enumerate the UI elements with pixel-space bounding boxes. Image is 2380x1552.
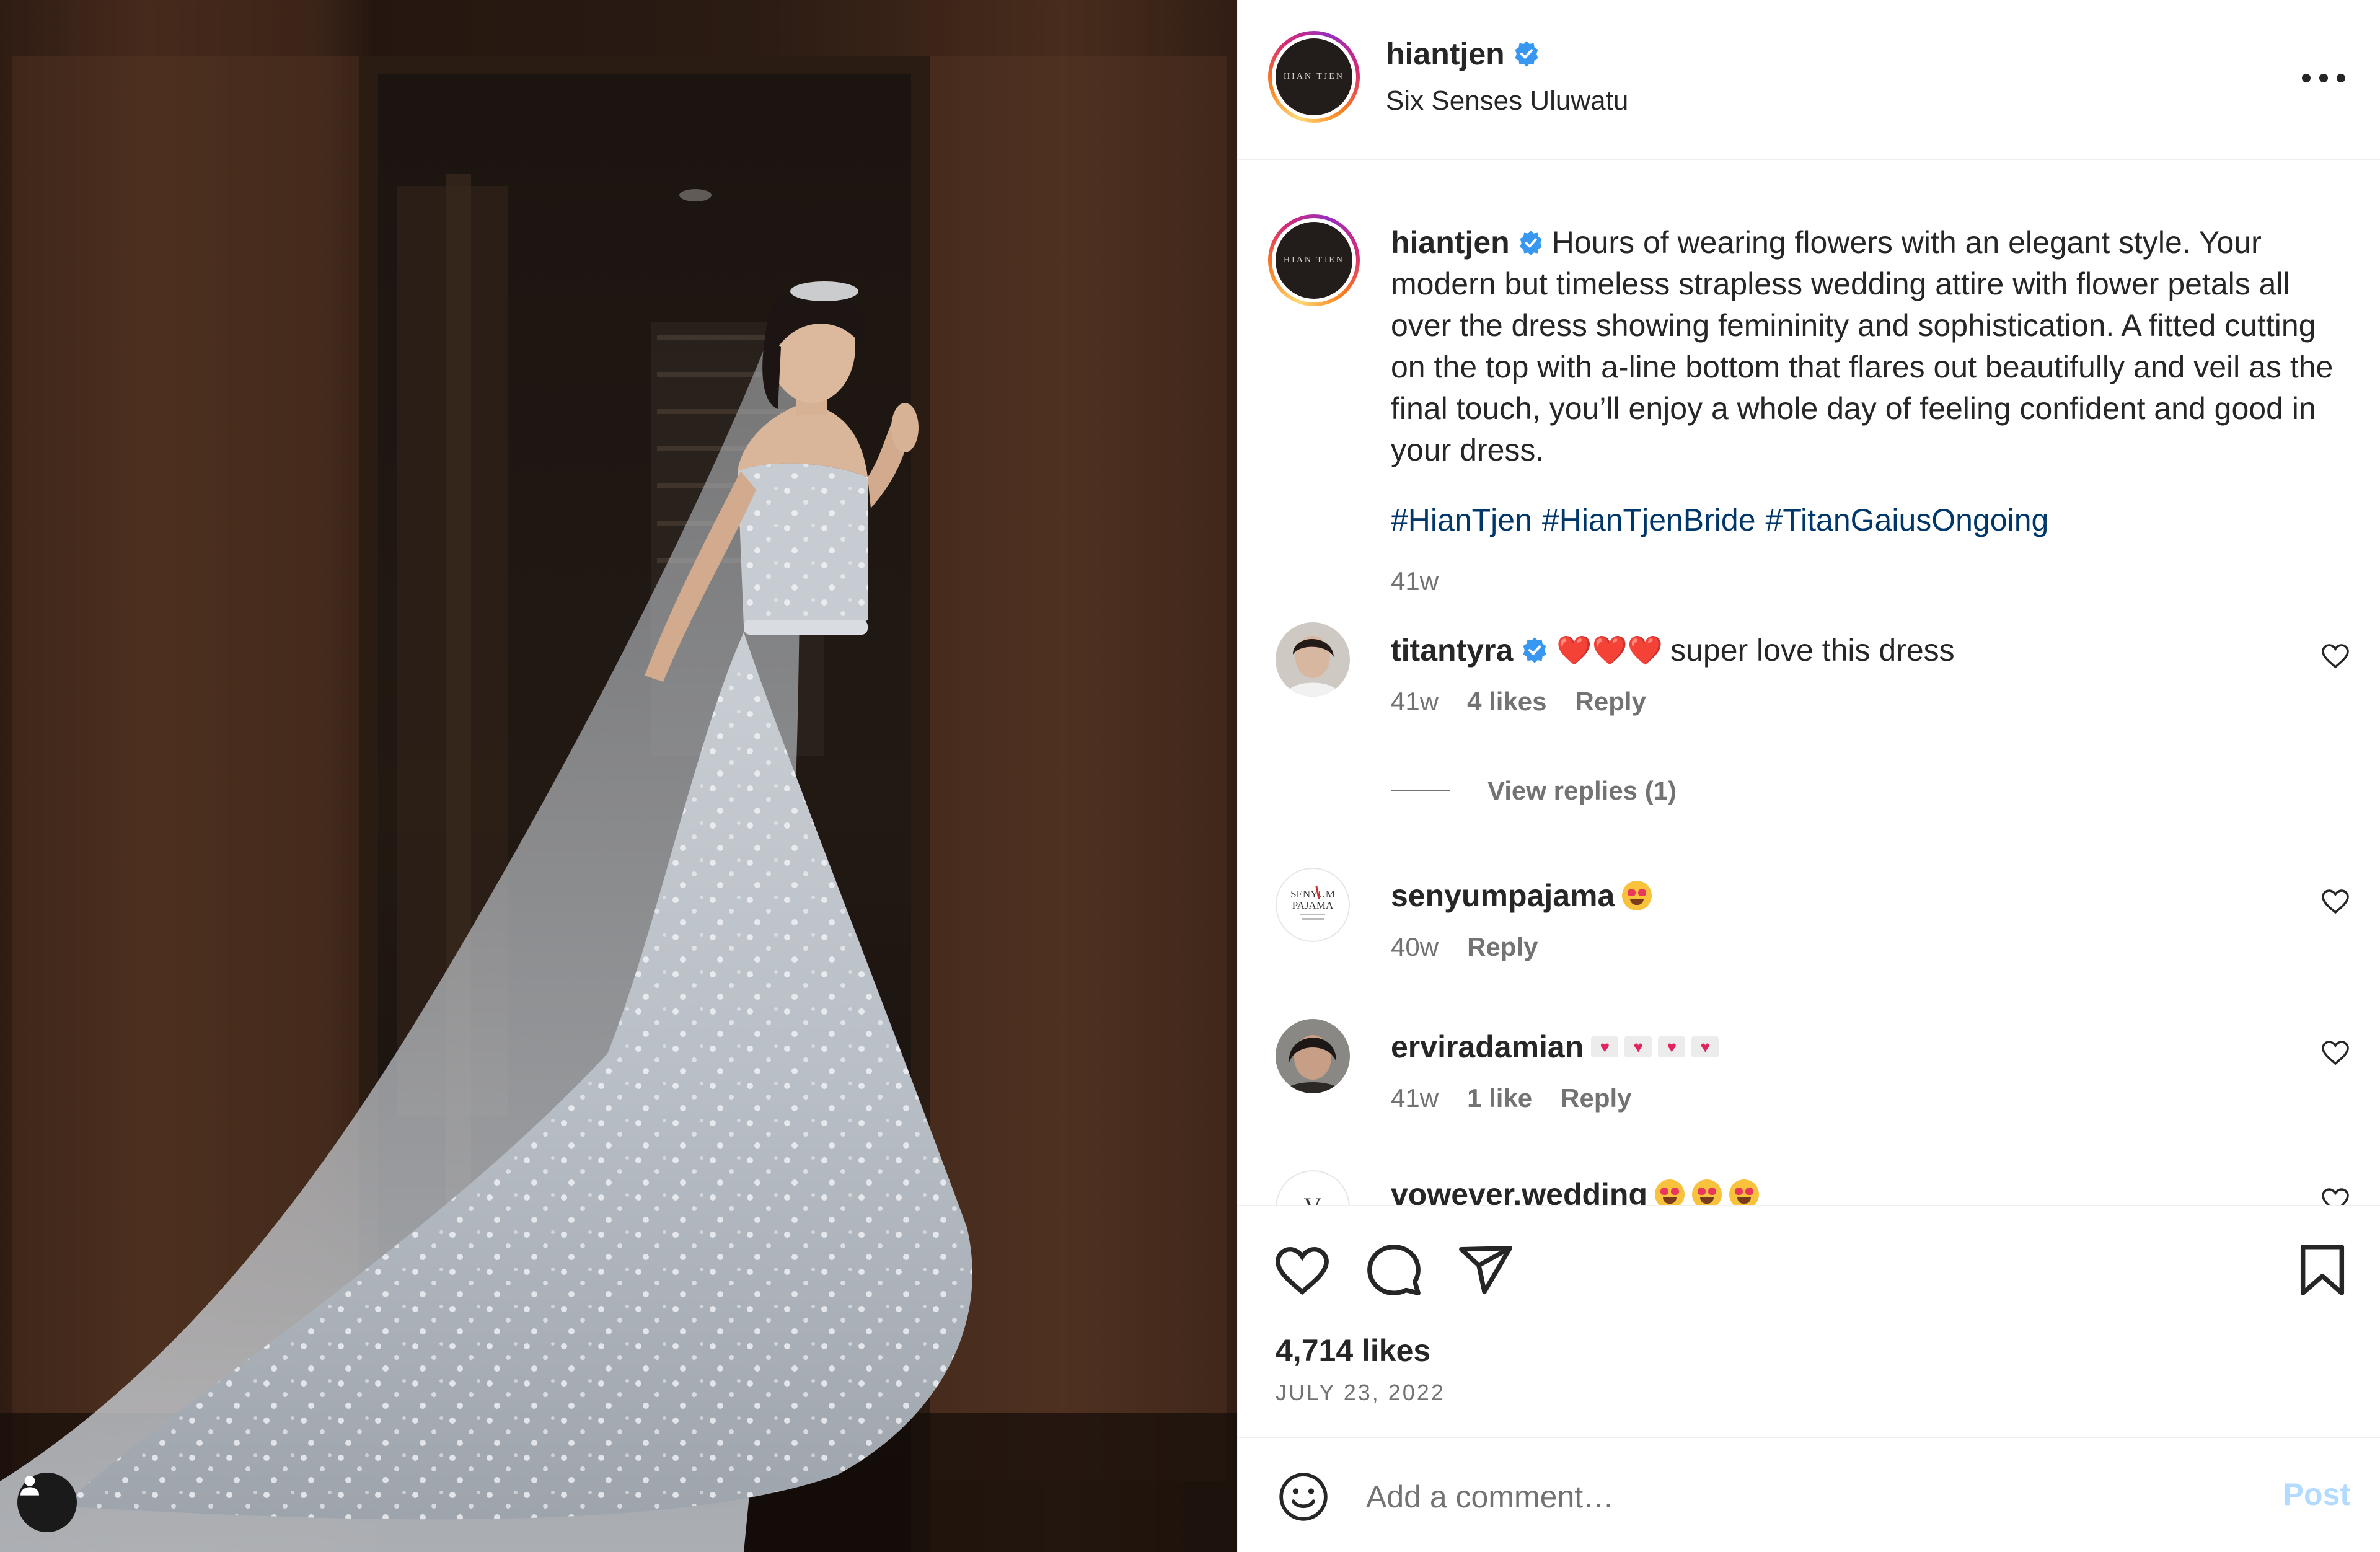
post-photo[interactable] bbox=[0, 0, 1237, 1552]
add-comment-bar: Post bbox=[1238, 1437, 2380, 1552]
comment-likes[interactable]: 4 likes bbox=[1467, 687, 1546, 716]
heart-eyes-emoji bbox=[1622, 881, 1652, 910]
hashtag-link[interactable]: #HianTjen bbox=[1391, 502, 1532, 538]
comment-time[interactable]: 41w bbox=[1391, 1083, 1439, 1113]
verified-badge-icon bbox=[1520, 231, 1542, 255]
user-tag-button[interactable] bbox=[17, 1473, 77, 1532]
reply-button[interactable]: Reply bbox=[1467, 932, 1538, 962]
love-letter-emoji: ♥ ♥ ♥ ♥ bbox=[1591, 1036, 1719, 1057]
author-name-row: hiantjen bbox=[1386, 36, 1541, 72]
comments-list[interactable]: HIAN TJEN hiantjen Hours of wearing flow… bbox=[1238, 161, 2380, 1206]
caption-author-avatar[interactable]: HIAN TJEN bbox=[1268, 214, 1360, 306]
user-tag-icon bbox=[20, 1476, 39, 1496]
post-actions: 4,714 likes JULY 23, 2022 bbox=[1238, 1205, 2380, 1437]
hashtag-link[interactable]: #HianTjenBride bbox=[1542, 502, 1756, 538]
emoji-icon[interactable] bbox=[1277, 1470, 1330, 1523]
more-options-icon[interactable] bbox=[2302, 60, 2345, 97]
bookmark-icon[interactable] bbox=[2293, 1241, 2351, 1299]
commenter-avatar[interactable]: SENYUM PAJAMA bbox=[1276, 868, 1350, 942]
comment-username[interactable]: titantyra bbox=[1391, 632, 1513, 668]
commenter-avatar[interactable] bbox=[1276, 622, 1350, 697]
caption-hashtags: #HianTjen #HianTjenBride #TitanGaiusOngo… bbox=[1391, 502, 2048, 538]
view-replies-button[interactable]: View replies (1) bbox=[1391, 776, 1677, 806]
wedding-dress-photo bbox=[0, 0, 1237, 1552]
comment-text: super love this dress bbox=[1670, 633, 1955, 668]
svg-text:PAJAMA: PAJAMA bbox=[1292, 899, 1334, 911]
commenter-avatar[interactable] bbox=[1276, 1019, 1350, 1093]
heart-icon[interactable] bbox=[2320, 1038, 2350, 1067]
comment-input[interactable] bbox=[1366, 1469, 2221, 1525]
post-comment-button[interactable]: Post bbox=[2283, 1476, 2350, 1512]
commenter-avatar[interactable]: V bbox=[1276, 1170, 1350, 1206]
comment-emoji: ❤️❤️❤️ bbox=[1556, 633, 1664, 667]
author-avatar[interactable]: HIAN TJEN bbox=[1268, 31, 1360, 123]
comment-time[interactable]: 41w bbox=[1391, 687, 1439, 716]
heart-eyes-emoji bbox=[1655, 1179, 1685, 1206]
caption-body: Hours of wearing flowers with an elegant… bbox=[1391, 225, 2334, 467]
comment-username[interactable]: senyumpajama bbox=[1391, 878, 1615, 914]
comment-time[interactable]: 40w bbox=[1391, 932, 1439, 962]
svg-text:SENYUM: SENYUM bbox=[1290, 888, 1335, 900]
heart-icon[interactable] bbox=[1273, 1241, 1331, 1299]
caption-username[interactable]: hiantjen bbox=[1391, 225, 1510, 260]
post-date[interactable]: JULY 23, 2022 bbox=[1276, 1380, 1445, 1406]
reply-button[interactable]: Reply bbox=[1561, 1083, 1631, 1113]
comment-meta: 41w 4 likes Reply bbox=[1391, 687, 1646, 716]
caption-timestamp[interactable]: 41w bbox=[1391, 567, 1439, 596]
caption-text-block: hiantjen Hours of wearing flowers with a… bbox=[1391, 222, 2345, 471]
post-side-panel: HIAN TJEN hiantjen Six Senses Uluwatu HI… bbox=[1237, 0, 2380, 1552]
post-header: HIAN TJEN hiantjen Six Senses Uluwatu bbox=[1238, 0, 2380, 160]
hashtag-link[interactable]: #TitanGaiusOngoing bbox=[1766, 502, 2049, 538]
author-username[interactable]: hiantjen bbox=[1386, 36, 1505, 72]
comment-meta: 40w Reply bbox=[1391, 932, 1538, 962]
reply-button[interactable]: Reply bbox=[1576, 687, 1646, 716]
instagram-post-view: HIAN TJEN hiantjen Six Senses Uluwatu HI… bbox=[0, 0, 2380, 1552]
comment-likes[interactable]: 1 like bbox=[1467, 1083, 1532, 1113]
comment-username[interactable]: erviradamian bbox=[1391, 1029, 1584, 1065]
heart-icon[interactable] bbox=[2320, 1185, 2350, 1206]
comment-meta: 41w 1 like Reply bbox=[1391, 1083, 1632, 1113]
heart-eyes-emoji bbox=[1729, 1179, 1760, 1206]
replies-divider bbox=[1391, 790, 1450, 791]
comment-icon[interactable] bbox=[1365, 1241, 1423, 1299]
likes-count[interactable]: 4,714 likes bbox=[1276, 1333, 1430, 1369]
heart-icon[interactable] bbox=[2320, 641, 2350, 671]
post-location[interactable]: Six Senses Uluwatu bbox=[1386, 86, 1628, 117]
verified-badge-icon bbox=[1515, 41, 1538, 67]
heart-eyes-emoji bbox=[1692, 1179, 1722, 1206]
svg-text:V: V bbox=[1304, 1193, 1322, 1206]
verified-badge-icon bbox=[1523, 637, 1546, 663]
share-icon[interactable] bbox=[1457, 1241, 1515, 1299]
comment-username[interactable]: vowever.wedding bbox=[1391, 1176, 1647, 1206]
heart-icon[interactable] bbox=[2320, 886, 2350, 916]
